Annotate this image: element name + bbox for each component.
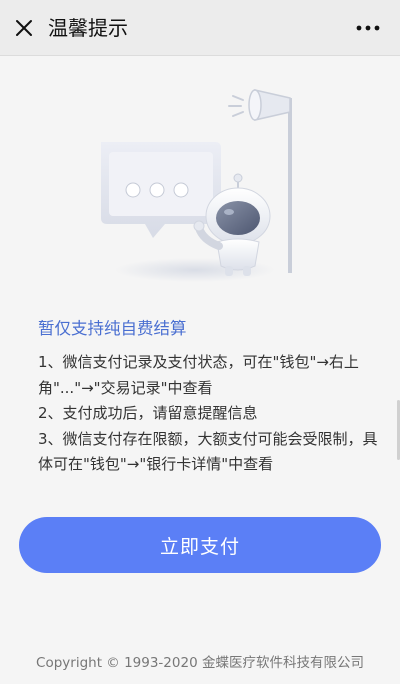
notice-headline: 暂仅支持纯自费结算	[38, 319, 187, 338]
close-button[interactable]	[10, 14, 38, 42]
notice-item: 2、支付成功后，请留意提醒信息	[38, 404, 258, 422]
notice-content: 暂仅支持纯自费结算 1、微信支付记录及支付状态，可在"钱包"→右上角"..."→…	[38, 318, 378, 478]
pay-now-button[interactable]: 立即支付	[19, 517, 381, 573]
page: 温馨提示 暂仅支持纯自费结算 1、微信支付记录及支付状态，可在"钱包"→右上角"…	[0, 0, 400, 684]
close-icon	[16, 20, 32, 36]
page-title: 温馨提示	[48, 16, 128, 40]
more-icon	[356, 25, 380, 31]
copyright-footer: Copyright © 1993-2020 金蝶医疗软件科技有限公司	[36, 655, 364, 671]
more-button[interactable]	[354, 14, 382, 42]
top-bar: 温馨提示	[0, 0, 400, 56]
robot-illustration	[95, 80, 310, 295]
notice-list: 1、微信支付记录及支付状态，可在"钱包"→右上角"..."→"交易记录"中查看 …	[38, 350, 378, 478]
notice-item: 1、微信支付记录及支付状态，可在"钱包"→右上角"..."→"交易记录"中查看	[38, 353, 359, 397]
notice-item: 3、微信支付存在限额，大额支付可能会受限制，具体可在"钱包"→"银行卡详情"中查…	[38, 429, 378, 474]
